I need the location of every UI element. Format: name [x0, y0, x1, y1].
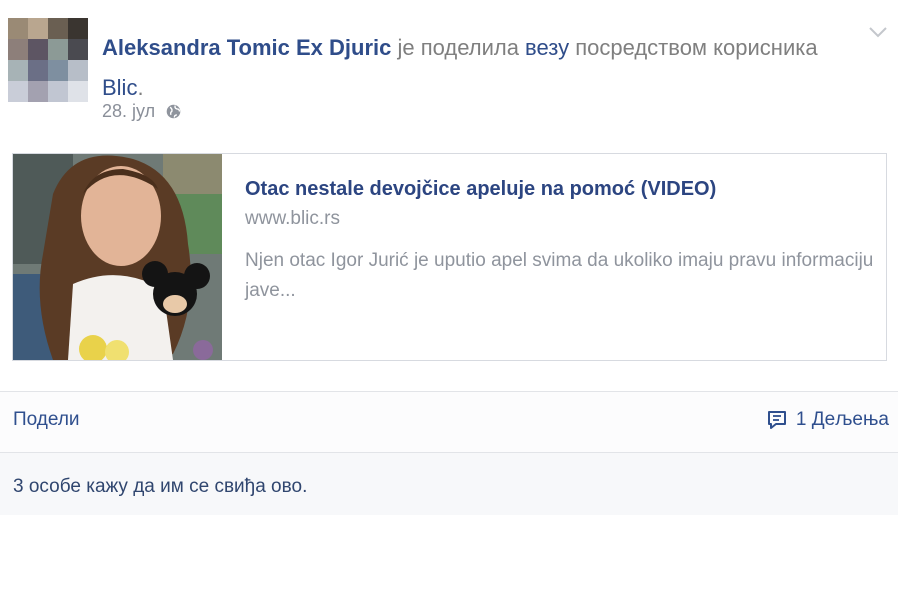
- link-preview-card[interactable]: Otac nestale devojčice apeluje na pomoć …: [12, 153, 887, 361]
- link-title[interactable]: Otac nestale devojčice apeluje na pomoć …: [245, 178, 716, 201]
- link-word[interactable]: везу: [525, 35, 569, 60]
- shares-icon: [767, 411, 786, 429]
- link-thumbnail[interactable]: [13, 154, 222, 360]
- shares-count: 1 Дељења: [795, 409, 889, 430]
- share-button[interactable]: Подели: [13, 409, 80, 431]
- avatar[interactable]: [8, 18, 88, 102]
- author-name[interactable]: Aleksandra Tomic Ex Djuric: [102, 35, 391, 60]
- link-domain: www.blic.rs: [245, 208, 341, 229]
- headline-period: .: [137, 75, 144, 100]
- chevron-down-icon[interactable]: [866, 24, 890, 40]
- via-page-link[interactable]: Blic: [102, 75, 137, 100]
- globe-icon[interactable]: [165, 103, 182, 120]
- likes-summary[interactable]: 3 особе кажу да им се свиђа ово.: [13, 476, 307, 498]
- shares-count-button[interactable]: 1 Дељења: [766, 409, 889, 431]
- post-date[interactable]: 28. јул: [102, 101, 155, 122]
- shared-text: је поделила: [391, 35, 526, 60]
- link-description: Njen otac Igor Jurić je uputio apel svim…: [245, 250, 874, 301]
- via-text: посредством корисника: [569, 35, 818, 60]
- post-meta: 28. јул: [102, 101, 182, 122]
- facebook-post: Aleksandra Tomic Ex Djuric је поделила в…: [0, 0, 898, 515]
- post-actions-bar: Подели 1 Дељења: [0, 392, 898, 452]
- likes-bar: 3 особе кажу да им се свиђа ово.: [0, 453, 898, 515]
- post-headline: Aleksandra Tomic Ex Djuric је поделила в…: [102, 28, 842, 108]
